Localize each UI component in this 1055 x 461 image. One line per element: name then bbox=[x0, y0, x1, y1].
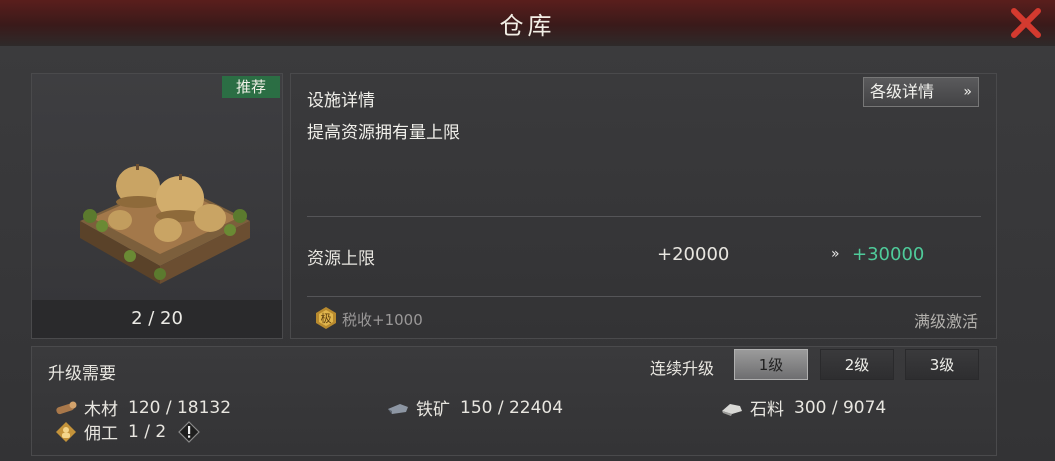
upgrade-level-2-button[interactable]: 2级 bbox=[820, 349, 894, 380]
requirements-title: 升级需要 bbox=[48, 364, 116, 384]
building-card: 推荐 2 / 20 bbox=[31, 73, 283, 339]
facility-description: 提高资源拥有量上限 bbox=[307, 123, 460, 143]
stat-label: 资源上限 bbox=[307, 249, 375, 269]
svg-text:极: 极 bbox=[321, 311, 332, 325]
upgrade-level-1-button[interactable]: 1级 bbox=[734, 349, 808, 380]
details-heading: 设施详情 bbox=[307, 91, 375, 111]
resource-wood: 木材 120 / 18132 bbox=[54, 395, 231, 420]
warehouse-building-image bbox=[80, 164, 250, 284]
iron-ore-icon bbox=[388, 403, 408, 414]
window-title: 仓库 bbox=[499, 12, 556, 40]
upgrade-requirements-panel: 升级需要 连续升级 1级 2级 3级 木材 120 / 18132 铁矿 150… bbox=[31, 346, 997, 456]
wood-icon bbox=[56, 401, 77, 414]
resource-label: 铁矿 bbox=[416, 400, 450, 420]
recommend-badge: 推荐 bbox=[222, 76, 280, 98]
worker-icon bbox=[56, 421, 76, 442]
facility-details-panel: 设施详情 各级详情 » 提高资源拥有量上限 资源上限 +20000 » +300… bbox=[290, 73, 997, 339]
resource-value: 150 / 22404 bbox=[460, 397, 564, 418]
divider bbox=[307, 216, 981, 217]
upgrade-level-3-button[interactable]: 3级 bbox=[905, 349, 979, 380]
levels-button-label: 各级详情 bbox=[870, 82, 935, 101]
warning-icon[interactable] bbox=[178, 420, 201, 443]
close-icon[interactable] bbox=[1009, 6, 1043, 40]
resource-value: 120 / 18132 bbox=[128, 397, 232, 418]
resource-iron-ore: 铁矿 150 / 22404 bbox=[386, 395, 563, 420]
double-chevron-right-icon: » bbox=[963, 84, 972, 100]
stat-next-value: +30000 bbox=[852, 244, 925, 265]
resource-value: 300 / 9074 bbox=[794, 397, 887, 418]
resource-stone: 石料 300 / 9074 bbox=[720, 395, 886, 420]
resource-label: 佣工 bbox=[84, 424, 118, 444]
double-chevron-right-icon: » bbox=[831, 246, 840, 262]
divider bbox=[307, 296, 981, 297]
max-level-activation-text: 满级激活 bbox=[913, 312, 978, 331]
resource-label: 石料 bbox=[750, 400, 784, 420]
resource-label: 木材 bbox=[84, 400, 118, 420]
continuous-upgrade-label: 连续升级 bbox=[650, 359, 715, 378]
all-levels-details-button[interactable]: 各级详情 » bbox=[863, 77, 979, 107]
building-level: 2 / 20 bbox=[32, 300, 282, 338]
tax-bonus-icon: 极 bbox=[316, 307, 336, 329]
resource-worker: 佣工 1 / 2 bbox=[54, 419, 201, 444]
stone-icon bbox=[722, 403, 742, 416]
stat-current-value: +20000 bbox=[657, 244, 730, 265]
tax-bonus-text: 税收+1000 bbox=[342, 311, 423, 329]
title-bar: 仓库 bbox=[0, 0, 1055, 46]
resource-value: 1 / 2 bbox=[128, 421, 167, 442]
